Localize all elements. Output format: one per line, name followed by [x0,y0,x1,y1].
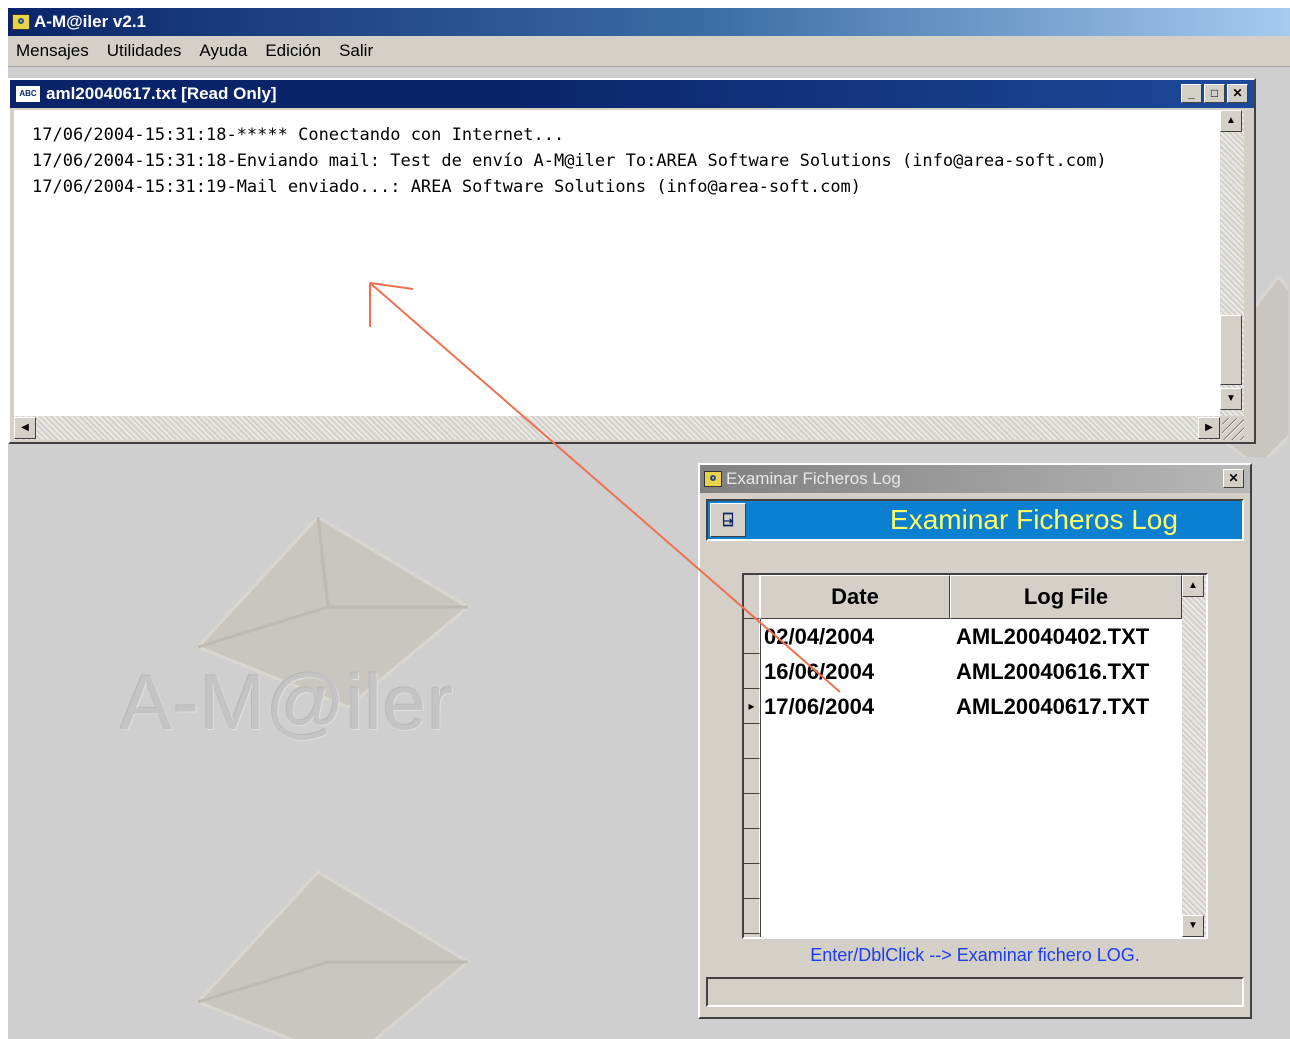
app-titlebar[interactable]: A-M@iler v2.1 [8,8,1290,36]
mdi-workspace: A-M@iler ABC aml20040617.txt [Read Only]… [8,67,1290,1039]
menu-utilidades[interactable]: Utilidades [98,41,191,61]
menu-bar: Mensajes Utilidades Ayuda Edición Salir [8,36,1290,67]
menu-salir[interactable]: Salir [330,41,382,61]
menu-mensajes[interactable]: Mensajes [8,41,98,61]
annotation-arrow-icon [369,282,841,693]
app-title: A-M@iler v2.1 [34,12,147,31]
menu-ayuda[interactable]: Ayuda [190,41,256,61]
menu-edicion[interactable]: Edición [256,41,330,61]
app-logo-icon [12,14,30,30]
app-window: A-M@iler v2.1 Mensajes Utilidades Ayuda … [8,8,1290,1039]
